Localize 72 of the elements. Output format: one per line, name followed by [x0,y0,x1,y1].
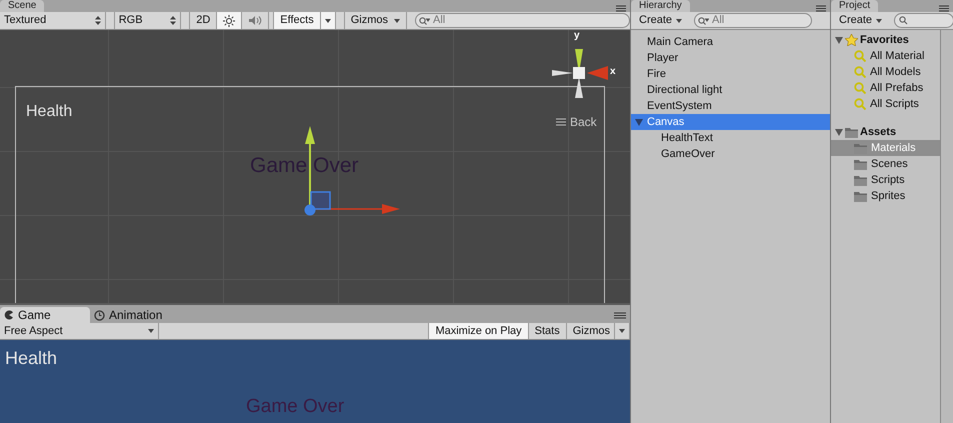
stats-toggle[interactable]: Stats [528,323,567,339]
project-item[interactable]: All Models [831,64,940,80]
project-item[interactable]: All Material [831,48,940,64]
maximize-on-play-toggle[interactable]: Maximize on Play [428,323,529,339]
hierarchy-item[interactable]: Canvas [631,114,830,130]
folder-icon [845,126,858,138]
hierarchy-item[interactable]: Main Camera [631,34,830,50]
project-item[interactable]: Sprites [831,188,940,204]
project-item[interactable]: All Prefabs [831,80,940,96]
menu-icon [556,118,566,126]
search-icon [419,17,430,25]
menu-icon [616,5,626,12]
section-heading: Assets [860,124,896,140]
view-label: Back [570,114,597,131]
project-item[interactable]: Scripts [831,172,940,188]
menu-icon [939,5,949,12]
game-label: Health [5,347,58,370]
aspect-dropdown[interactable]: Free Aspect [0,323,159,339]
up-down-arrows-icon [170,16,176,25]
caret-icon [619,329,625,333]
panel-tab[interactable]: Scene [0,0,44,12]
folder-icon [854,142,867,154]
panel-tab[interactable]: Game [0,307,90,323]
caret-icon [676,18,682,22]
hierarchy-item[interactable]: EventSystem [631,98,830,114]
clock-icon [94,310,105,320]
panel-tab[interactable]: Hierarchy [631,0,690,12]
panel-tab[interactable]: Project [831,0,878,12]
folder-icon [854,174,867,186]
caret-icon [148,329,154,333]
hierarchy-item[interactable]: HealthText [631,130,830,146]
caret-icon [324,18,331,22]
orientation-gizmo-drawing [551,46,609,98]
section-heading: Favorites [860,32,909,48]
shading-dropdown[interactable]: Textured [0,12,106,29]
2d-toggle[interactable]: 2D [189,12,218,29]
panel-tab[interactable]: Animation [90,307,180,323]
search-icon [854,82,866,94]
create-dropdown[interactable]: Create [635,12,686,29]
menu-icon [816,5,826,12]
search-icon [854,50,866,62]
search-icon [698,17,710,25]
menu-icon [614,312,626,319]
axis-label: x [610,67,616,77]
star-icon [845,34,858,46]
caret-icon [394,18,400,22]
gizmos-dropdown[interactable]: Gizmos [344,12,407,29]
canvas-label: Health [26,102,72,122]
effects-dropdown[interactable]: Effects [273,12,336,29]
search-field[interactable] [894,13,953,28]
pacman-icon [4,310,14,320]
caret-icon [876,18,882,22]
hierarchy-item[interactable]: GameOver [631,146,830,162]
hierarchy-item[interactable]: Player [631,50,830,66]
search-icon [854,98,866,110]
search-icon [854,66,866,78]
axis-label: y [574,31,580,41]
hierarchy-item[interactable]: Directional light [631,82,830,98]
search-field[interactable]: All [415,13,630,28]
lighting-toggle[interactable] [217,12,242,29]
render-mode-dropdown[interactable]: RGB [114,12,182,29]
up-down-arrows-icon [94,16,101,25]
folder-icon [854,158,867,170]
project-item[interactable]: All Scripts [831,96,940,112]
hierarchy-item[interactable]: Fire [631,66,830,82]
folder-icon [854,190,867,202]
search-icon [899,16,908,25]
sun-icon [223,14,236,26]
speaker-icon [248,15,262,26]
search-field[interactable]: All [694,13,812,28]
create-dropdown[interactable]: Create [835,12,886,29]
project-item[interactable]: Scenes [831,156,940,172]
